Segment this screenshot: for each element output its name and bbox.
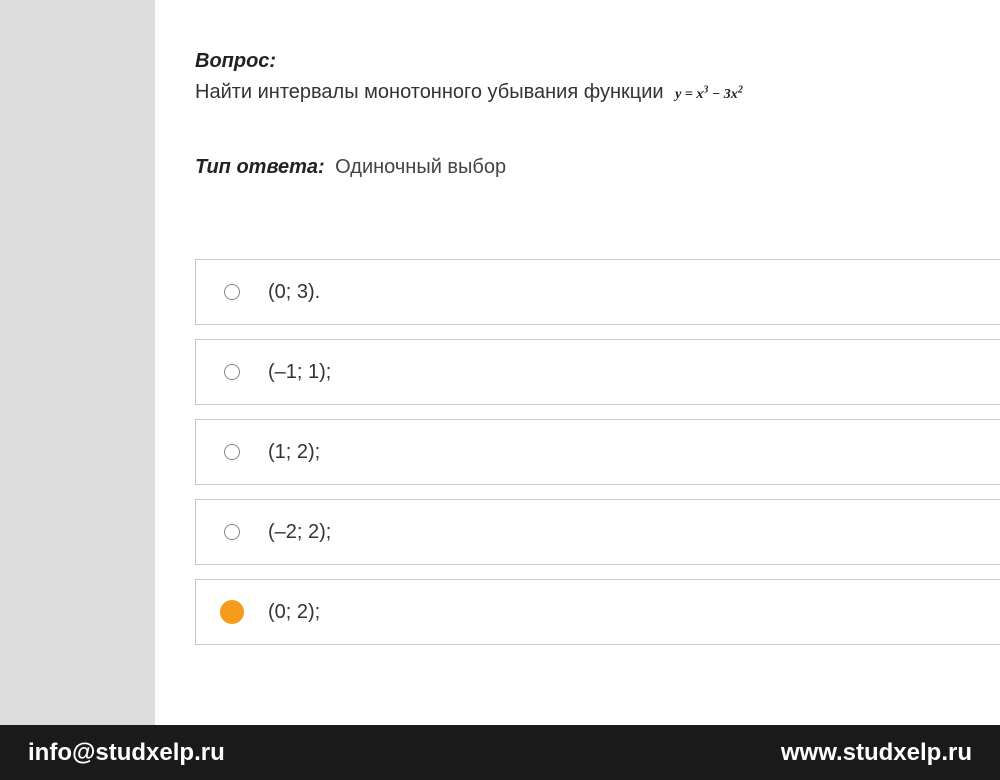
option-text: (1; 2); [268, 441, 320, 464]
option-row[interactable]: (1; 2); [195, 419, 1000, 485]
option-row[interactable]: (–2; 2); [195, 499, 1000, 565]
question-formula: y = x3 − 3x2 [669, 87, 749, 102]
question-label: Вопрос: [195, 50, 1000, 73]
option-text: (–2; 2); [268, 521, 331, 544]
options-container: (0; 3). (–1; 1); (1; 2); (–2; 2); (0; 2)… [195, 259, 1000, 645]
radio-icon[interactable] [224, 284, 240, 300]
option-text: (0; 3). [268, 281, 320, 304]
radio-icon[interactable] [224, 524, 240, 540]
content-area: Вопрос: Найти интервалы монотонного убыв… [155, 0, 1000, 725]
answer-type-label: Тип ответа: [195, 156, 325, 178]
question-text: Найти интервалы монотонного убывания фун… [195, 81, 669, 103]
radio-icon[interactable] [224, 444, 240, 460]
option-row[interactable]: (0; 3). [195, 259, 1000, 325]
radio-icon[interactable] [224, 364, 240, 380]
footer-email: info@studxelp.ru [28, 739, 225, 767]
footer-website: www.studxelp.ru [781, 739, 972, 767]
option-row[interactable]: (0; 2); [195, 579, 1000, 645]
answer-type-row: Тип ответа: Одиночный выбор [195, 156, 1000, 179]
question-row: Найти интервалы монотонного убывания фун… [195, 81, 1000, 104]
option-row[interactable]: (–1; 1); [195, 339, 1000, 405]
option-text: (–1; 1); [268, 361, 331, 384]
answer-type-value: Одиночный выбор [335, 156, 506, 178]
radio-selected-icon[interactable] [220, 600, 244, 624]
option-text: (0; 2); [268, 601, 320, 624]
footer: info@studxelp.ru www.studxelp.ru [0, 725, 1000, 780]
